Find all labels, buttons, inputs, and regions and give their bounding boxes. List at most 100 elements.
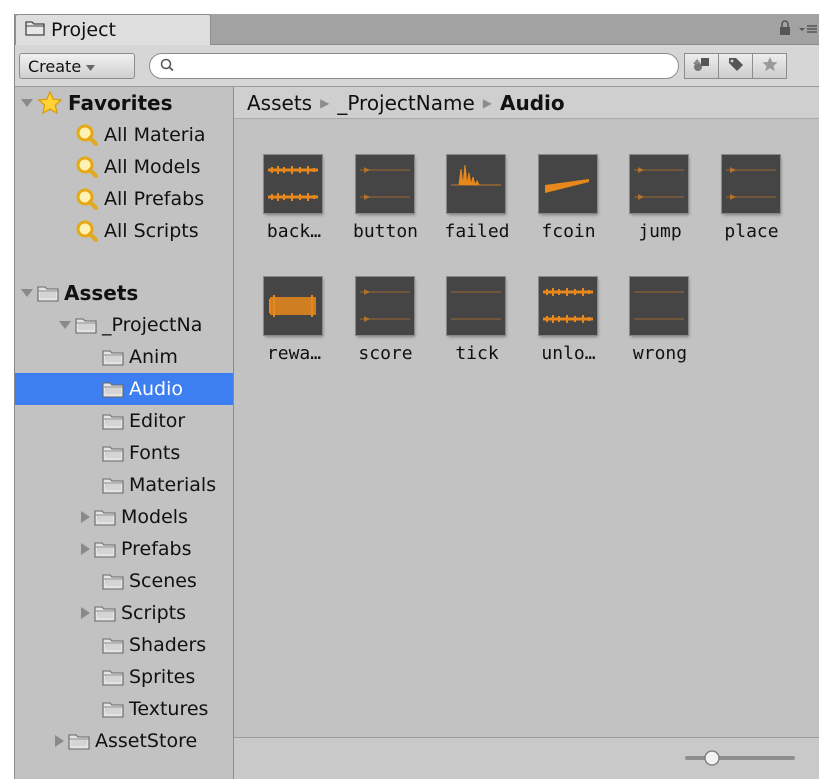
folder-icon [94, 540, 116, 558]
breadcrumb-item[interactable]: _ProjectName [337, 91, 474, 115]
asset-name: fcoin [541, 221, 596, 242]
collapsed-arrow-icon[interactable] [81, 511, 90, 523]
project-folder[interactable]: _ProjectNa [15, 309, 233, 341]
audio-asset[interactable]: button [340, 155, 432, 255]
folder-item-sprites[interactable]: Sprites [15, 661, 233, 693]
assetstore-folder[interactable]: AssetStore [15, 725, 233, 757]
favorite-item[interactable]: All Materia [15, 119, 233, 151]
folder-icon [102, 668, 124, 686]
asset-name: rewa… [266, 343, 322, 364]
folder-icon [94, 604, 116, 622]
folder-item-scenes[interactable]: Scenes [15, 565, 233, 597]
audio-asset[interactable]: place [706, 155, 798, 255]
folder-item-editor[interactable]: Editor [15, 405, 233, 437]
collapsed-arrow-icon[interactable] [55, 735, 64, 747]
breadcrumb-separator-icon: ▶ [482, 95, 492, 110]
toolbar: Create [15, 45, 819, 87]
dropdown-arrow-icon [86, 57, 96, 76]
folder-icon [102, 348, 124, 366]
tree-item-label: Shaders [129, 634, 207, 656]
tree-item-label: Models [121, 506, 188, 528]
audio-waveform-icon [538, 277, 597, 335]
create-label: Create [28, 56, 82, 76]
asset-name: tick [455, 343, 499, 364]
folder-icon [102, 636, 124, 654]
audio-waveform-icon [538, 155, 597, 213]
star-icon [761, 56, 779, 76]
icon-size-slider[interactable] [683, 748, 797, 768]
search-input[interactable] [182, 56, 666, 76]
folder-icon [102, 476, 124, 494]
tree-item-label: AssetStore [95, 730, 198, 752]
breadcrumb-separator-icon: ▶ [320, 95, 330, 110]
folder-icon [37, 284, 59, 302]
asset-name: wrong [632, 343, 688, 364]
audio-waveform-icon [447, 277, 505, 335]
folder-item-prefabs[interactable]: Prefabs [15, 533, 233, 565]
audio-waveform-icon [630, 155, 688, 213]
asset-browser: Assets ▶ _ProjectName ▶ Audio back… button fai… [234, 87, 819, 779]
audio-asset[interactable]: tick [431, 277, 523, 377]
expanded-arrow-icon[interactable] [59, 321, 71, 329]
tree-item-label: Sprites [129, 666, 196, 688]
folder-item-textures[interactable]: Textures [15, 693, 233, 725]
tab-bar: Project [15, 14, 819, 45]
audio-asset[interactable]: rewa… [248, 277, 340, 377]
tab-project[interactable]: Project [15, 14, 211, 45]
folder-icon [75, 316, 97, 334]
tree-item-label: All Materia [104, 124, 206, 146]
tree-item-label: _ProjectNa [102, 314, 203, 336]
type-filter-icon [692, 56, 712, 76]
folder-icon [102, 380, 124, 398]
expanded-arrow-icon[interactable] [21, 289, 33, 297]
tree-item-label: Favorites [68, 91, 173, 115]
tab-label: Project [51, 19, 117, 41]
asset-name: place [724, 221, 779, 242]
favorite-item[interactable]: All Models [15, 151, 233, 183]
tree-item-label: Editor [129, 410, 186, 432]
window-menu-icon[interactable] [798, 21, 818, 40]
audio-waveform-icon [630, 277, 688, 335]
project-window: Project Create Favorites All Materia All… [14, 14, 819, 779]
audio-waveform-icon [447, 155, 505, 213]
folder-item-audio[interactable]: Audio [15, 373, 233, 405]
folder-item-anim[interactable]: Anim [15, 341, 233, 373]
search-by-label-button[interactable] [718, 53, 753, 79]
audio-asset[interactable]: unlo… [523, 277, 615, 377]
audio-asset[interactable]: fcoin [523, 155, 615, 255]
collapsed-arrow-icon[interactable] [81, 543, 90, 555]
audio-waveform-icon [355, 277, 414, 335]
tree-item-label: Audio [129, 378, 184, 400]
audio-asset[interactable]: back… [248, 155, 340, 255]
folder-item-fonts[interactable]: Fonts [15, 437, 233, 469]
create-button[interactable]: Create [19, 53, 135, 79]
audio-asset[interactable]: wrong [614, 277, 706, 377]
favorite-item[interactable]: All Prefabs [15, 183, 233, 215]
tree-item-label: Textures [129, 698, 209, 720]
lock-icon[interactable] [778, 20, 792, 40]
collapsed-arrow-icon[interactable] [81, 607, 90, 619]
breadcrumb-item[interactable]: Assets [247, 91, 312, 115]
assets-folder[interactable]: Assets [15, 277, 233, 309]
audio-asset[interactable]: failed [431, 155, 523, 255]
folder-item-scripts[interactable]: Scripts [15, 597, 233, 629]
folder-item-models[interactable]: Models [15, 501, 233, 533]
search-by-type-button[interactable] [684, 53, 719, 79]
folder-icon [68, 732, 90, 750]
audio-asset[interactable]: jump [614, 155, 706, 255]
favorite-item[interactable]: All Scripts [15, 215, 233, 247]
expanded-arrow-icon[interactable] [21, 99, 33, 107]
favorites-header[interactable]: Favorites [15, 87, 233, 119]
tree-item-label: Anim [129, 346, 178, 368]
search-icon [75, 123, 99, 147]
folder-item-materials[interactable]: Materials [15, 469, 233, 501]
save-search-button[interactable] [752, 53, 787, 79]
slider-handle [704, 750, 720, 766]
asset-name: back… [266, 221, 322, 242]
folder-icon [102, 572, 124, 590]
tag-icon [727, 56, 745, 76]
folder-icon [102, 700, 124, 718]
audio-asset[interactable]: score [340, 277, 432, 377]
folder-icon [25, 20, 45, 40]
folder-item-shaders[interactable]: Shaders [15, 629, 233, 661]
